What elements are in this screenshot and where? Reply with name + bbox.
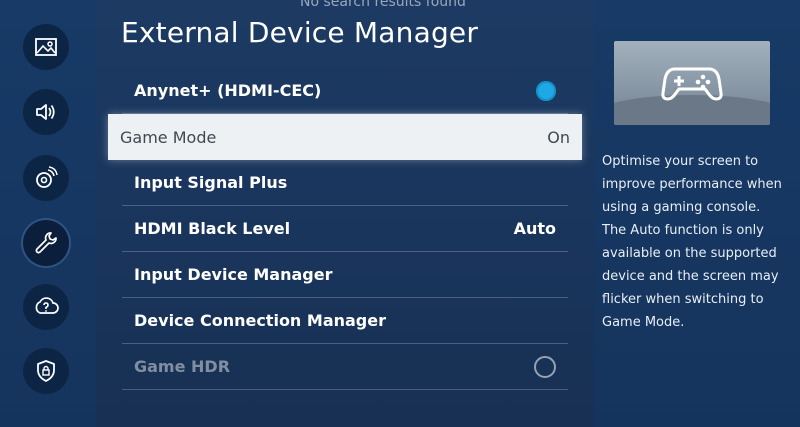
- shield-icon: [37, 360, 55, 382]
- sidebar-item-general[interactable]: [23, 220, 69, 266]
- sidebar-item-privacy[interactable]: [23, 348, 69, 394]
- page-title: External Device Manager: [121, 16, 479, 49]
- sidebar-item-support[interactable]: [23, 284, 69, 330]
- sidebar-item-picture[interactable]: [23, 24, 69, 70]
- sound-icon: [36, 104, 55, 120]
- support-icon: [35, 297, 59, 314]
- toggle-off-indicator: [534, 355, 556, 378]
- menu-item-value: On: [547, 127, 570, 147]
- help-description: Optimise your screen to improve performa…: [602, 154, 782, 330]
- menu-item-hdmi-black-level[interactable]: HDMI Black Level Auto: [122, 206, 568, 252]
- menu-item-device-connection-manager[interactable]: Device Connection Manager: [122, 298, 568, 344]
- picture-icon: [35, 38, 57, 56]
- menu-item-input-signal-plus[interactable]: Input Signal Plus: [122, 160, 568, 206]
- menu-item-label: Input Signal Plus: [134, 173, 288, 192]
- menu-item-game-hdr: Game HDR: [122, 344, 568, 390]
- menu-item-label: Anynet+ (HDMI-CEC): [134, 81, 322, 100]
- wrench-icon: [35, 232, 57, 254]
- menu-item-label: Device Connection Manager: [134, 311, 386, 330]
- menu-item-label: Game HDR: [134, 357, 231, 376]
- menu-item-game-mode[interactable]: Game Mode On: [108, 114, 582, 160]
- menu-item-label: Input Device Manager: [134, 265, 333, 284]
- menu-item-input-device-manager[interactable]: Input Device Manager: [122, 252, 568, 298]
- sidebar-item-connection[interactable]: [23, 155, 69, 201]
- connection-icon: [36, 166, 58, 188]
- help-preview-image: [614, 41, 770, 125]
- help-panel: Optimise your screen to improve performa…: [594, 0, 800, 427]
- gamepad-icon: [661, 67, 723, 101]
- menu-item-value: Auto: [513, 219, 556, 238]
- menu-item-anynet[interactable]: Anynet+ (HDMI-CEC): [122, 68, 568, 114]
- sidebar: [0, 0, 96, 427]
- search-status-text: No search results found: [300, 0, 466, 10]
- toggle-on-indicator[interactable]: [536, 80, 556, 101]
- menu-item-label: Game Mode: [120, 127, 217, 147]
- menu-item-label: HDMI Black Level: [134, 219, 291, 238]
- settings-menu: Anynet+ (HDMI-CEC) Game Mode On Input Si…: [108, 68, 582, 390]
- sidebar-item-sound[interactable]: [23, 89, 69, 135]
